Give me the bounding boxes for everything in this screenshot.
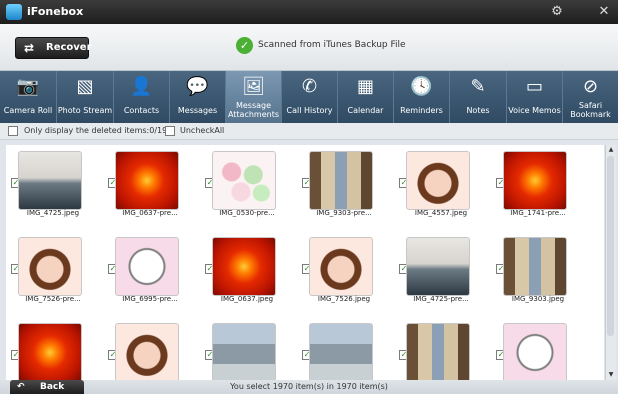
tab-reminders[interactable]: 🕓 Reminders: [394, 71, 450, 123]
scan-status: Scanned from iTunes Backup File: [258, 40, 406, 50]
photo-thumbnail: [212, 237, 276, 296]
photo-item[interactable]: ✓ IMG_7526-pre...: [8, 231, 98, 311]
recover-button[interactable]: ⇄ Recover: [15, 37, 92, 59]
photo-thumbnail: [406, 323, 470, 380]
pencil-icon: ✎: [470, 76, 486, 97]
photo-item[interactable]: ✓: [202, 317, 292, 380]
image-icon: ▧: [76, 76, 94, 97]
photo-thumbnail: [309, 237, 373, 296]
category-toolbar: 📷 Camera Roll ▧ Photo Stream 👤 Contacts 💬 Me…: [0, 71, 618, 123]
tab-call-history[interactable]: ✆ Call History: [282, 71, 338, 123]
photo-thumbnail: [309, 323, 373, 380]
photo-thumbnail: [503, 237, 567, 296]
photo-item[interactable]: ✓ IMG_0530-pre...: [202, 145, 292, 225]
recover-label: Recover: [46, 42, 92, 53]
tab-calendar[interactable]: ▦ Calendar: [338, 71, 394, 123]
photo-item[interactable]: ✓ IMG_6995-pre...: [105, 231, 195, 311]
photo-thumbnail: [309, 151, 373, 210]
photo-item[interactable]: ✓ IMG_0637-pre...: [105, 145, 195, 225]
filter-bar: Only display the deleted items:0/19 Unch…: [0, 123, 618, 140]
photo-thumbnail: [18, 323, 82, 380]
camera-icon: 📷: [16, 76, 40, 97]
photo-thumbnail: [18, 237, 82, 296]
photo-item[interactable]: ✓ IMG_0637.jpeg: [202, 231, 292, 311]
header-bar: ⇄ Recover ✓ Scanned from iTunes Backup F…: [0, 24, 618, 71]
back-arrow-icon: ↶: [17, 382, 25, 392]
photo-item[interactable]: ✓ IMG_4725-pre...: [396, 231, 486, 311]
app-title: iFonebox: [27, 5, 84, 18]
photo-thumbnail: [503, 151, 567, 210]
back-label: Back: [40, 382, 65, 392]
photo-thumbnail: [115, 323, 179, 380]
calendar-icon: ▦: [356, 76, 374, 97]
gear-icon[interactable]: ⚙: [548, 3, 566, 21]
photo-grid: ✓ IMG_4725.jpeg ✓ IMG_0637-pre... ✓ IMG_053…: [6, 145, 604, 380]
photo-item[interactable]: ✓: [8, 317, 98, 380]
photo-item[interactable]: ✓ IMG_9303-pre...: [299, 145, 389, 225]
selection-status: You select 1970 item(s) in 1970 item(s): [230, 382, 388, 391]
tab-message-attachments[interactable]: 🖼 Message Attachments: [226, 71, 282, 123]
tab-voice-memos[interactable]: ▭ Voice Memos: [507, 71, 563, 123]
photo-item[interactable]: ✓ IMG_4557.jpeg: [396, 145, 486, 225]
uncheck-all-label: UncheckAll: [180, 126, 225, 135]
photo-item[interactable]: ✓ IMG_9303.jpeg: [493, 231, 583, 311]
back-button[interactable]: ↶ Back: [10, 380, 84, 394]
attachment-icon: 🖼: [242, 76, 265, 97]
tab-camera-roll[interactable]: 📷 Camera Roll: [0, 71, 57, 123]
tab-messages[interactable]: 💬 Messages: [170, 71, 226, 123]
uncheck-all-checkbox[interactable]: [165, 126, 175, 136]
deleted-only-checkbox[interactable]: [8, 126, 18, 136]
photo-thumbnail: [115, 151, 179, 210]
photo-item[interactable]: ✓ IMG_1741-pre...: [493, 145, 583, 225]
photo-thumbnail: [503, 323, 567, 380]
app-logo-icon: [6, 4, 22, 20]
tab-contacts[interactable]: 👤 Contacts: [114, 71, 170, 123]
scroll-down-arrow-icon[interactable]: ▼: [606, 370, 616, 380]
tab-notes[interactable]: ✎ Notes: [450, 71, 507, 123]
swap-icon: ⇄: [24, 41, 35, 55]
scroll-up-arrow-icon[interactable]: ▲: [606, 145, 616, 155]
cassette-icon: ▭: [525, 76, 543, 97]
photo-item[interactable]: ✓ IMG_7526.jpeg: [299, 231, 389, 311]
photo-item[interactable]: ✓ IMG_4725.jpeg: [8, 145, 98, 225]
scrollbar-thumb[interactable]: [607, 156, 614, 336]
close-icon[interactable]: ✕: [595, 3, 613, 21]
photo-item[interactable]: ✓: [493, 317, 583, 380]
person-icon: 👤: [130, 76, 153, 97]
title-bar: iFonebox ⚙ ✕: [0, 0, 618, 24]
footer-bar: You select 1970 item(s) in 1970 item(s) …: [0, 380, 618, 394]
vertical-scrollbar[interactable]: ▲ ▼: [605, 145, 616, 380]
compass-icon: ⊘: [582, 76, 599, 97]
phone-icon: ✆: [301, 76, 318, 97]
photo-thumbnail: [18, 151, 82, 210]
speech-bubble-icon: 💬: [186, 76, 209, 97]
photo-thumbnail: [406, 151, 470, 210]
photo-item[interactable]: ✓: [299, 317, 389, 380]
clock-icon: 🕓: [410, 76, 433, 97]
photo-thumbnail: [212, 151, 276, 210]
check-circle-icon: ✓: [236, 37, 253, 54]
photo-item[interactable]: ✓: [105, 317, 195, 380]
photo-thumbnail: [406, 237, 470, 296]
photo-thumbnail: [212, 323, 276, 380]
photo-thumbnail: [115, 237, 179, 296]
tab-safari-bookmark[interactable]: ⊘ Safari Bookmark: [563, 71, 618, 123]
photo-item[interactable]: ✓: [396, 317, 486, 380]
deleted-only-label: Only display the deleted items:0/19: [24, 126, 168, 135]
tab-photo-stream[interactable]: ▧ Photo Stream: [57, 71, 114, 123]
